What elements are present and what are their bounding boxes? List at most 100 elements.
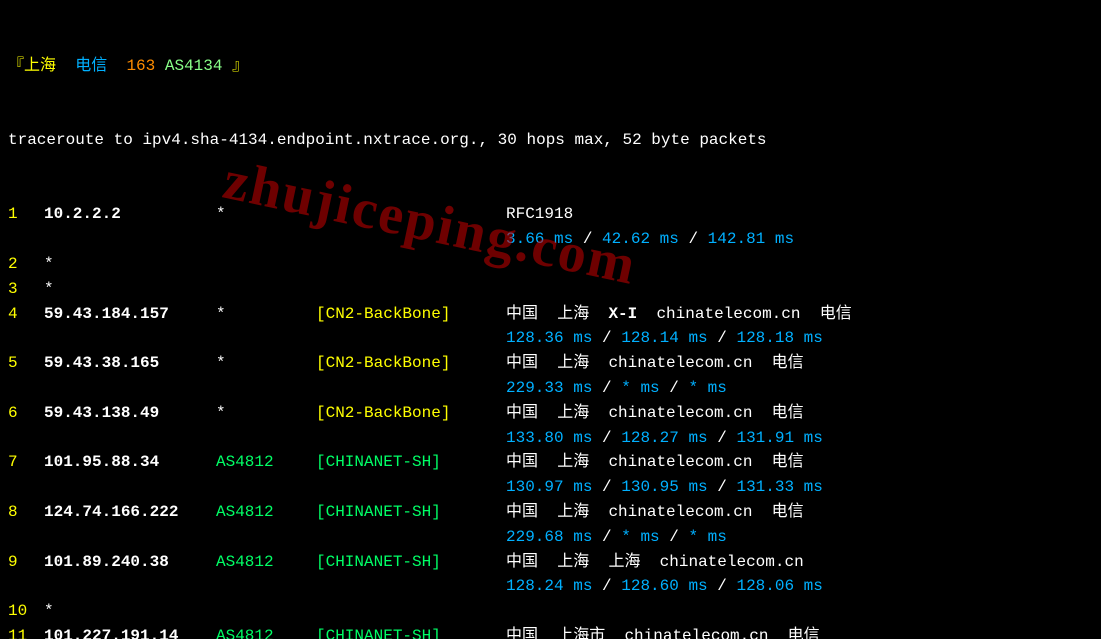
hop-row: 2*: [8, 252, 1093, 277]
loc-city: 上海: [557, 503, 589, 521]
hop-location: 中国 上海 上海 chinatelecom.cn: [506, 550, 1066, 575]
timing-value: 128.36 ms: [506, 329, 592, 347]
hop-ip: 101.95.88.34: [44, 450, 216, 475]
timing-separator: /: [660, 528, 689, 546]
traceroute-header: 『上海 电信 163 AS4134 』: [8, 54, 1093, 79]
timing-separator: /: [573, 230, 602, 248]
hop-asn: AS4812: [216, 450, 316, 475]
hop-asn: *: [216, 302, 316, 327]
hop-number: 2: [8, 252, 44, 277]
hop-network: [CHINANET-SH]: [316, 500, 506, 525]
loc-city: 上海: [557, 305, 589, 323]
hop-timing: 229.68 ms / * ms / * ms: [506, 525, 1066, 550]
timing-value: 229.33 ms: [506, 379, 592, 397]
hop-details: 中国 上海 chinatelecom.cn 电信133.80 ms / 128.…: [506, 401, 1066, 451]
loc-city: 上海: [557, 453, 589, 471]
hops-container: 110.2.2.2*RFC19183.66 ms / 42.62 ms / 14…: [8, 202, 1093, 639]
hop-network: [CN2-BackBone]: [316, 351, 506, 376]
timing-value: * ms: [621, 379, 659, 397]
timing-separator: /: [708, 577, 737, 595]
hop-network: [CN2-BackBone]: [316, 302, 506, 327]
hop-asn: AS4812: [216, 624, 316, 639]
loc-isp: 电信: [788, 627, 820, 639]
hop-details: 中国 上海 chinatelecom.cn 电信130.97 ms / 130.…: [506, 450, 1066, 500]
hop-row: 9101.89.240.38AS4812[CHINANET-SH]中国 上海 上…: [8, 550, 1093, 600]
hop-location: 中国 上海 chinatelecom.cn 电信: [506, 500, 1066, 525]
hop-location: 中国 上海 chinatelecom.cn 电信: [506, 401, 1066, 426]
hop-asn: AS4812: [216, 500, 316, 525]
loc-country: 中国: [506, 503, 538, 521]
timing-value: 131.33 ms: [736, 478, 822, 496]
hop-row: 7101.95.88.34AS4812[CHINANET-SH]中国 上海 ch…: [8, 450, 1093, 500]
hop-number: 10: [8, 599, 44, 624]
hop-timing: 3.66 ms / 42.62 ms / 142.81 ms: [506, 227, 1066, 252]
hop-row: 8124.74.166.222AS4812[CHINANET-SH]中国 上海 …: [8, 500, 1093, 550]
hop-ip: 59.43.184.157: [44, 302, 216, 327]
hop-network: [CHINANET-SH]: [316, 550, 506, 575]
hop-ip: *: [44, 277, 216, 302]
loc-isp: 电信: [772, 453, 804, 471]
timing-separator: /: [679, 230, 708, 248]
hop-asn: *: [216, 202, 316, 227]
hop-number: 3: [8, 277, 44, 302]
hop-row: 559.43.38.165*[CN2-BackBone]中国 上海 chinat…: [8, 351, 1093, 401]
loc-city2: 上海: [608, 553, 640, 571]
timing-separator: /: [708, 478, 737, 496]
loc-city: 上海: [557, 354, 589, 372]
timing-value: 229.68 ms: [506, 528, 592, 546]
hop-row: 11101.227.191.14AS4812[CHINANET-SH]中国 上海…: [8, 624, 1093, 639]
hop-location: 中国 上海 chinatelecom.cn 电信: [506, 351, 1066, 376]
header-isp: 电信: [75, 57, 107, 75]
loc-isp: 电信: [772, 404, 804, 422]
timing-value: 128.27 ms: [621, 429, 707, 447]
hop-number: 1: [8, 202, 44, 227]
loc-domain: chinatelecom.cn: [608, 453, 752, 471]
timing-separator: /: [708, 429, 737, 447]
header-as-label: AS4134: [165, 57, 223, 75]
loc-city: 上海: [557, 553, 589, 571]
loc-domain: chinatelecom.cn: [656, 305, 800, 323]
hop-asn: *: [216, 401, 316, 426]
hop-number: 7: [8, 450, 44, 475]
loc-isp: 电信: [772, 354, 804, 372]
hop-timing: 128.36 ms / 128.14 ms / 128.18 ms: [506, 326, 1066, 351]
timing-value: 130.95 ms: [621, 478, 707, 496]
timing-separator: /: [660, 379, 689, 397]
timing-separator: /: [592, 577, 621, 595]
hop-details: 中国 上海市 chinatelecom.cn 电信131.30 ms / 131…: [506, 624, 1066, 639]
loc-country: 中国: [506, 453, 538, 471]
hop-row: 3*: [8, 277, 1093, 302]
timing-value: 128.06 ms: [736, 577, 822, 595]
loc-domain: chinatelecom.cn: [624, 627, 768, 639]
hop-location: 中国 上海市 chinatelecom.cn 电信: [506, 624, 1066, 639]
hop-row: 659.43.138.49*[CN2-BackBone]中国 上海 chinat…: [8, 401, 1093, 451]
hop-row: 10*: [8, 599, 1093, 624]
header-city: 上海: [24, 57, 56, 75]
hop-number: 5: [8, 351, 44, 376]
hop-timing: 229.33 ms / * ms / * ms: [506, 376, 1066, 401]
hop-timing: 133.80 ms / 128.27 ms / 131.91 ms: [506, 426, 1066, 451]
timing-separator: /: [592, 329, 621, 347]
hop-row: 110.2.2.2*RFC19183.66 ms / 42.62 ms / 14…: [8, 202, 1093, 252]
terminal-output: 『上海 电信 163 AS4134 』 traceroute to ipv4.s…: [0, 0, 1101, 639]
hop-details: 中国 上海 X-I chinatelecom.cn 电信128.36 ms / …: [506, 302, 1066, 352]
timing-value: * ms: [688, 379, 726, 397]
loc-city: 上海: [557, 404, 589, 422]
hop-network: [CHINANET-SH]: [316, 624, 506, 639]
loc-isp: 电信: [772, 503, 804, 521]
hop-asn: *: [216, 351, 316, 376]
hop-network: [CN2-BackBone]: [316, 401, 506, 426]
hop-location: 中国 上海 chinatelecom.cn 电信: [506, 450, 1066, 475]
timing-value: 133.80 ms: [506, 429, 592, 447]
timing-value: 128.60 ms: [621, 577, 707, 595]
hop-details: 中国 上海 chinatelecom.cn 电信229.68 ms / * ms…: [506, 500, 1066, 550]
loc-country: 中国: [506, 553, 538, 571]
hop-timing: 130.97 ms / 130.95 ms / 131.33 ms: [506, 475, 1066, 500]
hop-ip: *: [44, 252, 216, 277]
header-close: 』: [232, 57, 248, 75]
hop-ip: 59.43.138.49: [44, 401, 216, 426]
hop-ip: 59.43.38.165: [44, 351, 216, 376]
timing-value: 142.81 ms: [708, 230, 794, 248]
hop-ip: 101.89.240.38: [44, 550, 216, 575]
hop-details: 中国 上海 上海 chinatelecom.cn128.24 ms / 128.…: [506, 550, 1066, 600]
